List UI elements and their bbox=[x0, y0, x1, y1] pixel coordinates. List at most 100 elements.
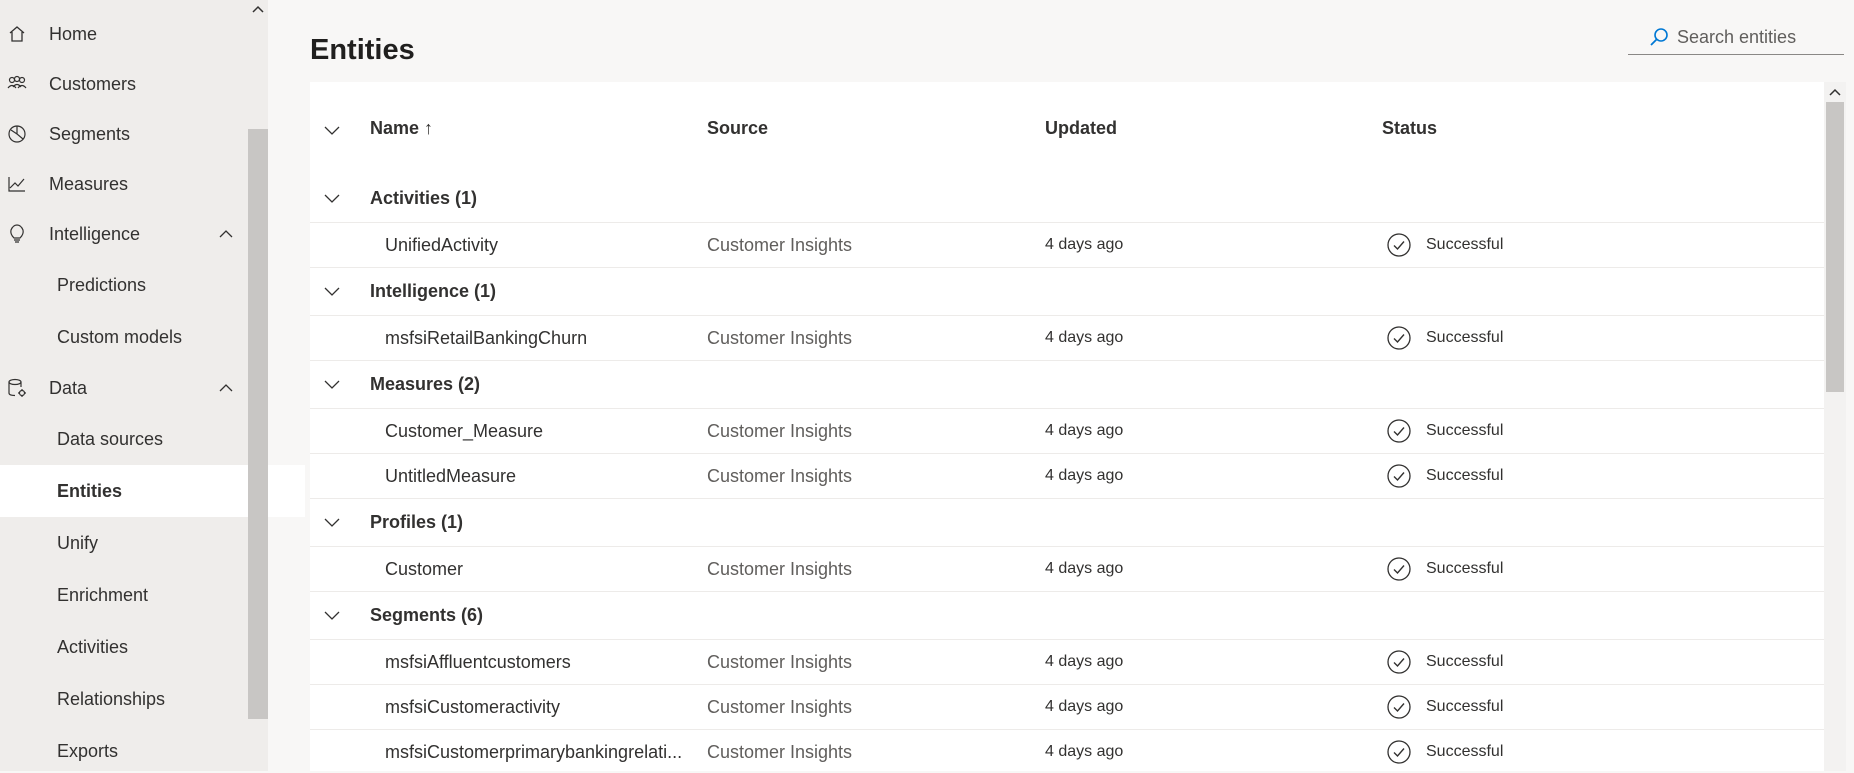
chevron-down-icon[interactable] bbox=[322, 512, 342, 532]
nav-item-label: Measures bbox=[49, 173, 129, 194]
entity-status: Successful bbox=[1426, 698, 1504, 715]
entities-table: Name ↑ Source Updated Status Activities … bbox=[310, 82, 1824, 771]
table-scrollbar[interactable] bbox=[1824, 82, 1846, 771]
nav-item-data[interactable]: Data bbox=[0, 366, 248, 410]
chevron-down-icon[interactable] bbox=[322, 188, 342, 208]
entity-name-link[interactable]: msfsiAffluentcustomers bbox=[385, 652, 571, 673]
left-nav: Home Customers Segments Measures Intelli… bbox=[0, 0, 305, 771]
checkmark-circle-icon bbox=[1386, 325, 1412, 351]
search-input[interactable] bbox=[1675, 25, 1849, 49]
nav-item-label: Entities bbox=[57, 480, 123, 501]
entity-name-link[interactable]: Customer bbox=[385, 559, 463, 580]
entity-source: Customer Insights bbox=[707, 235, 853, 255]
table-row[interactable]: Customer Customer Insights 4 days ago Succe… bbox=[310, 546, 1824, 592]
nav-item-label: Custom models bbox=[57, 326, 183, 347]
table-row[interactable]: msfsiAffluentcustomers Customer Insights 4… bbox=[310, 639, 1824, 685]
sidebar-scroll-up-icon[interactable] bbox=[248, 0, 268, 18]
column-header-name[interactable]: Name ↑ bbox=[370, 118, 433, 139]
entity-updated: 4 days ago bbox=[1045, 467, 1124, 484]
entity-updated: 4 days ago bbox=[1045, 560, 1124, 577]
chevron-down-icon[interactable] bbox=[322, 281, 342, 301]
people-icon bbox=[7, 74, 27, 94]
nav-item-segments[interactable]: Segments bbox=[0, 112, 248, 156]
lightbulb-icon bbox=[7, 224, 27, 244]
entity-updated: 4 days ago bbox=[1045, 743, 1124, 760]
nav-item-label: Predictions bbox=[57, 274, 147, 295]
chevron-up-icon[interactable] bbox=[218, 380, 234, 401]
segments-icon bbox=[7, 124, 27, 144]
nav-item-intelligence[interactable]: Intelligence bbox=[0, 212, 248, 256]
nav-item-label: Activities bbox=[57, 636, 129, 657]
collapse-all-chevron-icon[interactable] bbox=[322, 120, 342, 140]
table-scroll-up-icon[interactable] bbox=[1824, 82, 1846, 102]
table-row[interactable]: msfsiRetailBankingChurn Customer Insights… bbox=[310, 315, 1824, 361]
nav-item-label: Home bbox=[49, 23, 98, 44]
entity-source: Customer Insights bbox=[707, 559, 853, 579]
entity-name-link[interactable]: UntitledMeasure bbox=[385, 466, 516, 487]
database-gear-icon bbox=[7, 378, 27, 398]
group-header[interactable]: Activities (1) bbox=[310, 174, 1824, 223]
entity-status: Successful bbox=[1426, 743, 1504, 760]
entity-source: Customer Insights bbox=[707, 328, 853, 348]
table-row[interactable]: Customer_Measure Customer Insights 4 days … bbox=[310, 408, 1824, 454]
entity-name-link[interactable]: UnifiedActivity bbox=[385, 235, 498, 256]
entity-updated: 4 days ago bbox=[1045, 422, 1124, 439]
group-label: Profiles (1) bbox=[370, 512, 464, 532]
page-title: Entities bbox=[310, 34, 415, 66]
home-icon bbox=[7, 24, 27, 44]
entity-updated: 4 days ago bbox=[1045, 329, 1124, 346]
group-label: Activities (1) bbox=[370, 188, 478, 208]
table-header: Name ↑ Source Updated Status bbox=[310, 82, 1824, 174]
entity-status: Successful bbox=[1426, 329, 1504, 346]
entity-name-link[interactable]: msfsiCustomerprimarybankingrelati... bbox=[385, 742, 682, 763]
entity-status: Successful bbox=[1426, 422, 1504, 439]
table-row[interactable]: msfsiCustomeractivity Customer Insights 4 … bbox=[310, 684, 1824, 730]
checkmark-circle-icon bbox=[1386, 556, 1412, 582]
entity-source: Customer Insights bbox=[707, 652, 853, 672]
entity-updated: 4 days ago bbox=[1045, 236, 1124, 253]
search-icon bbox=[1649, 27, 1669, 47]
entity-source: Customer Insights bbox=[707, 742, 853, 762]
group-header[interactable]: Intelligence (1) bbox=[310, 267, 1824, 316]
entity-source: Customer Insights bbox=[707, 697, 853, 717]
group-label: Segments (6) bbox=[370, 605, 484, 625]
nav-item-home[interactable]: Home bbox=[0, 12, 248, 56]
nav-item-label: Data sources bbox=[57, 428, 164, 449]
column-header-status[interactable]: Status bbox=[1382, 118, 1437, 139]
sidebar-scrollbar-thumb[interactable] bbox=[248, 129, 268, 719]
chevron-down-icon[interactable] bbox=[322, 605, 342, 625]
entity-source: Customer Insights bbox=[707, 421, 853, 441]
group-header[interactable]: Measures (2) bbox=[310, 360, 1824, 409]
entity-name-link[interactable]: Customer_Measure bbox=[385, 421, 543, 442]
nav-item-measures[interactable]: Measures bbox=[0, 162, 248, 206]
nav-item-label: Relationships bbox=[57, 688, 166, 709]
group-label: Measures (2) bbox=[370, 374, 481, 394]
nav-item-customers[interactable]: Customers bbox=[0, 62, 248, 106]
entity-updated: 4 days ago bbox=[1045, 653, 1124, 670]
nav-item-label: Enrichment bbox=[57, 584, 149, 605]
nav-item-label: Data bbox=[49, 377, 88, 398]
chart-line-icon bbox=[7, 174, 27, 194]
search-box[interactable] bbox=[1628, 20, 1849, 55]
group-header[interactable]: Segments (6) bbox=[310, 591, 1824, 640]
column-header-source[interactable]: Source bbox=[707, 118, 768, 139]
entity-source: Customer Insights bbox=[707, 466, 853, 486]
checkmark-circle-icon bbox=[1386, 463, 1412, 489]
entity-name-link[interactable]: msfsiCustomeractivity bbox=[385, 697, 560, 718]
checkmark-circle-icon bbox=[1386, 739, 1412, 765]
table-row[interactable]: msfsiCustomerprimarybankingrelati... Cust… bbox=[310, 729, 1824, 771]
chevron-up-icon[interactable] bbox=[218, 226, 234, 247]
table-row[interactable]: UnifiedActivity Customer Insights 4 days a… bbox=[310, 222, 1824, 268]
table-scrollbar-thumb[interactable] bbox=[1826, 102, 1844, 392]
checkmark-circle-icon bbox=[1386, 649, 1412, 675]
entity-updated: 4 days ago bbox=[1045, 698, 1124, 715]
nav-item-label: Exports bbox=[57, 740, 119, 761]
entity-status: Successful bbox=[1426, 560, 1504, 577]
table-row[interactable]: UntitledMeasure Customer Insights 4 days a… bbox=[310, 453, 1824, 499]
group-header[interactable]: Profiles (1) bbox=[310, 498, 1824, 547]
column-header-updated[interactable]: Updated bbox=[1045, 118, 1117, 139]
nav-item-label: Intelligence bbox=[49, 223, 141, 244]
entity-name-link[interactable]: msfsiRetailBankingChurn bbox=[385, 328, 587, 349]
chevron-down-icon[interactable] bbox=[322, 374, 342, 394]
checkmark-circle-icon bbox=[1386, 694, 1412, 720]
